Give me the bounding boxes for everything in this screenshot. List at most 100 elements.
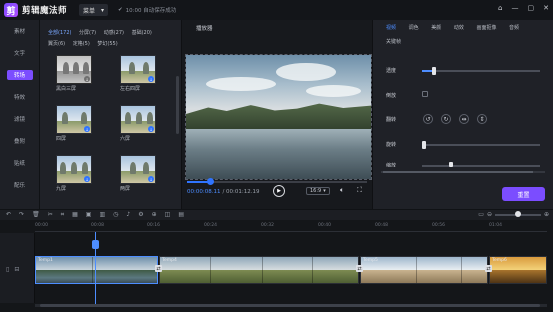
download-icon[interactable]: ↓ [84,76,90,82]
transition-tile[interactable]: ↓ 六屏 [120,105,156,143]
opacity-slider-track[interactable] [422,70,540,72]
nav-item-music[interactable]: 配乐 [0,174,39,196]
reverse-checkbox[interactable] [422,91,428,97]
zoom-handle[interactable] [514,210,521,217]
props-scrollbar-thumb[interactable] [383,171,533,173]
maximize-icon[interactable]: ▢ [528,4,535,12]
nav-item-stickers[interactable]: 贴纸 [0,152,39,174]
nav-item-media[interactable]: 素材 [0,20,39,42]
chart-icon[interactable]: ▥ [99,211,105,219]
category-all[interactable]: 全部(172) [48,29,71,36]
tab-color[interactable]: 调色 [409,24,419,31]
tab-audio[interactable]: 音频 [509,24,519,31]
zoom-slider[interactable] [494,210,541,217]
flip-horizontal-icon[interactable]: ⇹ [459,114,469,124]
track-lock-icon[interactable]: ⊟ [14,266,19,273]
home-icon[interactable]: ⌂ [498,4,502,12]
transition-label: 九屏 [56,186,67,192]
transition-thumbnail: ↓ [56,155,92,184]
tab-video[interactable]: 视频 [386,24,396,31]
nav-item-effects[interactable]: 特效 [0,86,39,108]
timeline-clip[interactable]: Temp1 [35,256,158,284]
redo-icon[interactable]: ↷ [19,211,24,219]
aspect-ratio-select[interactable]: 16:9 ▾ [306,187,330,195]
close-icon[interactable]: ✕ [543,4,549,12]
aspect-ratio-value: 16:9 [310,188,322,194]
opacity-slider-handle[interactable] [431,67,436,75]
zoom-in-icon[interactable]: ⊕ [544,211,549,218]
fullscreen-icon[interactable]: ⛶ [357,186,362,195]
tab-motion[interactable]: 动效 [454,24,464,31]
ratio-icon[interactable]: ▤ [178,211,184,219]
mosaic-icon[interactable]: ▦ [72,211,78,219]
reset-button[interactable]: 重置 [502,187,545,201]
rotate-slider-track[interactable] [422,144,540,146]
rotate-left-icon[interactable]: ↺ [423,114,433,124]
audio-extract-icon[interactable]: ◫ [165,211,171,219]
transition-tile[interactable]: ↓ 九屏 [56,155,92,193]
volume-icon[interactable]: 🔈︎ [340,186,344,195]
rotate-label: 旋转 [386,142,397,148]
tab-chroma-key[interactable]: 画面抠像 [476,24,496,31]
track-headers: ▯ ⊟ [0,233,35,303]
undo-icon[interactable]: ↶ [6,211,11,219]
category-basic[interactable]: 基础(20) [132,29,152,36]
scale-slider-handle[interactable] [449,162,453,167]
speed-icon[interactable]: ◷ [113,211,118,219]
split-icon[interactable]: ✂ [48,211,53,219]
category-page[interactable]: 翼页(6) [48,40,65,47]
transition-categories: 全部(172) 分屏(7) 动感(27) 基础(20) 翼页(6) 定格(5) … [48,29,180,51]
transition-tile[interactable]: ↓ 黑白三屏 [56,55,92,93]
transition-marker[interactable]: ⇄ [356,265,363,272]
ruler-tick-label: 00:16 [147,223,160,228]
tab-keyframe[interactable]: 关键帧 [386,38,401,45]
transition-tile[interactable]: ↓ 两屏 [120,155,156,193]
transition-tile[interactable]: ↓ 四屏 [56,105,92,143]
clip-label: Temp4 [162,258,177,263]
timeline-clip[interactable]: Temp4 [159,256,359,284]
transition-thumbnail: ↓ [120,155,156,184]
flip-vertical-icon[interactable]: ⇕ [477,114,487,124]
playhead-handle[interactable] [92,240,99,249]
zoom-out-icon[interactable]: ⊖ [487,211,492,218]
timeline-ruler[interactable]: 00:00 00:08 00:16 00:24 00:32 00:40 00:4… [35,220,547,232]
adjust-icon[interactable]: ⚙ [138,211,143,219]
menu-button[interactable]: 菜单 ▾ [79,4,109,16]
download-icon[interactable]: ↓ [148,76,154,82]
timeline-scrollbar-thumb[interactable] [40,304,540,307]
rotate-right-icon[interactable]: ↻ [441,114,451,124]
download-icon[interactable]: ↓ [84,176,90,182]
download-icon[interactable]: ↓ [84,126,90,132]
transition-marker[interactable]: ⇄ [485,265,492,272]
transition-marker[interactable]: ⇄ [155,265,162,272]
marker-icon[interactable]: ⊕ [152,211,157,219]
category-freeze[interactable]: 定格(5) [73,40,90,47]
category-split[interactable]: 分屏(7) [79,29,96,36]
download-icon[interactable]: ↓ [148,176,154,182]
transition-tile[interactable]: ↓ 左右四屏 [120,55,156,93]
minimize-icon[interactable]: — [512,4,519,12]
download-icon[interactable]: ↓ [148,126,154,132]
panel-scrollbar[interactable] [176,76,179,134]
scale-slider-track[interactable] [422,165,540,167]
nav-item-transitions[interactable]: 转场 [6,70,33,80]
tab-beauty[interactable]: 美颜 [431,24,441,31]
nav-item-filters[interactable]: 滤镜 [0,108,39,130]
delete-icon[interactable]: 🗑︎ [32,211,40,219]
category-motion[interactable]: 动感(27) [104,29,124,36]
category-dream[interactable]: 梦幻(55) [97,40,117,47]
video-preview[interactable] [185,54,372,180]
mic-icon[interactable]: ♪ [126,211,130,219]
play-button[interactable]: ▶ [273,185,285,197]
fit-icon[interactable]: ▭ [478,211,484,218]
timeline-clip[interactable]: Temp5 [360,256,488,284]
nav-item-overlay[interactable]: 叠附 [0,130,39,152]
timeline-zoom: ▭ ⊖ ⊕ [478,210,549,218]
freeze-icon[interactable]: ▣ [86,211,92,219]
crop-icon[interactable]: ⌗ [61,211,64,219]
nav-item-text[interactable]: 文字 [0,42,39,64]
track-video-icon[interactable]: ▯ [6,266,9,273]
transitions-panel: 全部(172) 分屏(7) 动感(27) 基础(20) 翼页(6) 定格(5) … [40,20,181,209]
rotate-slider-handle[interactable] [422,141,426,149]
timeline-clip[interactable]: Temp6 [489,256,547,284]
